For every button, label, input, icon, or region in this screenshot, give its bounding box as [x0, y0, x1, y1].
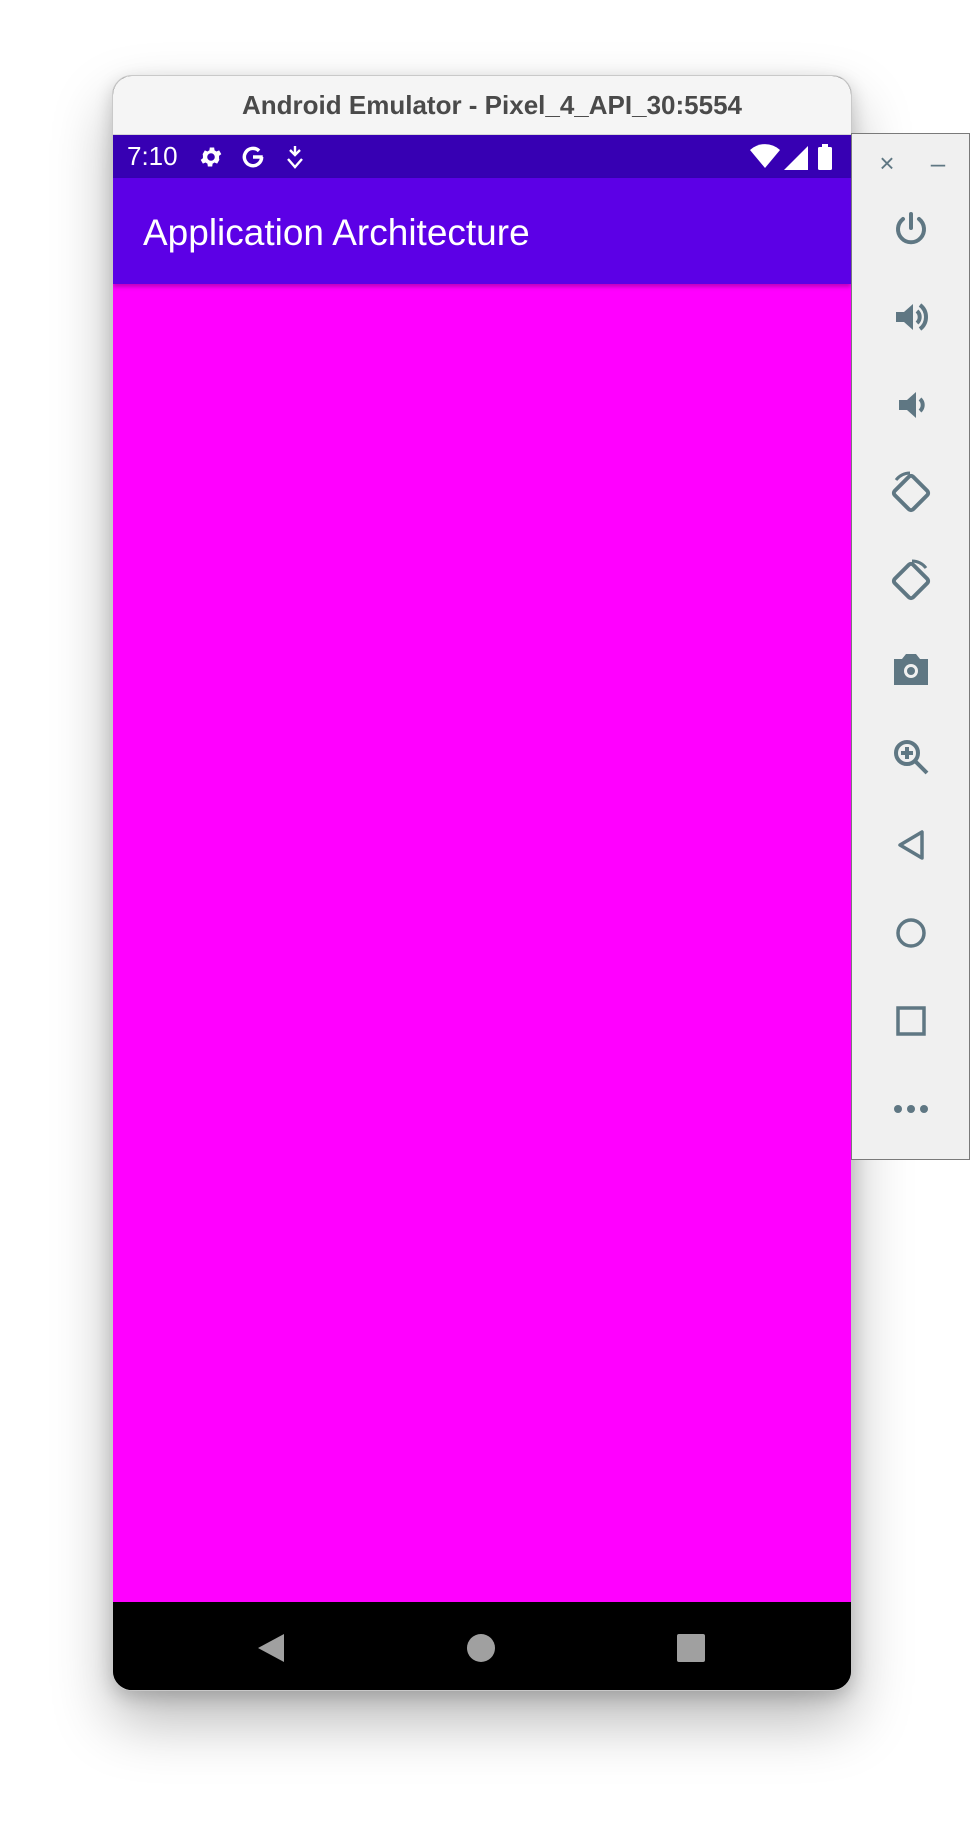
app-title: Application Architecture: [143, 212, 530, 253]
volume-down-button[interactable]: [884, 378, 938, 432]
back-icon: [258, 1634, 284, 1662]
back-icon: [898, 830, 924, 860]
power-button[interactable]: [884, 202, 938, 256]
rotate-left-button[interactable]: [884, 466, 938, 520]
zoom-icon: [894, 740, 929, 775]
google-icon: [239, 143, 267, 171]
more-icon: [894, 1105, 928, 1113]
back-button[interactable]: [884, 818, 938, 872]
recents-icon: [677, 1634, 705, 1662]
screenshot-button[interactable]: [884, 642, 938, 696]
window-title: Android Emulator - Pixel_4_API_30:5554: [242, 89, 742, 120]
navigation-bar: [113, 1602, 851, 1690]
main-content[interactable]: [113, 284, 851, 1602]
status-bar: 7:10: [113, 135, 851, 178]
status-time: 7:10: [127, 141, 178, 171]
power-icon: [896, 212, 926, 245]
more-button[interactable]: [884, 1082, 938, 1136]
app-bar: Application Architecture: [113, 178, 851, 284]
home-button[interactable]: [884, 906, 938, 960]
nav-home-button[interactable]: [461, 1628, 501, 1668]
camera-icon: [894, 654, 928, 685]
emulator-window: Android Emulator - Pixel_4_API_30:5554 7…: [112, 75, 852, 1691]
download-icon: [283, 143, 307, 171]
emulator-toolbar: × –: [851, 133, 970, 1160]
settings-icon: [197, 143, 225, 171]
window-titlebar[interactable]: Android Emulator - Pixel_4_API_30:5554: [113, 76, 851, 135]
nav-back-button[interactable]: [251, 1628, 291, 1668]
nav-recents-button[interactable]: [671, 1628, 711, 1668]
rotate-left-icon: [891, 471, 931, 513]
volume-up-button[interactable]: [884, 290, 938, 344]
overview-icon: [896, 1006, 926, 1036]
minimize-button[interactable]: –: [923, 148, 953, 178]
home-icon: [467, 1634, 495, 1662]
signal-icon: [783, 143, 809, 171]
close-button[interactable]: ×: [872, 148, 902, 178]
rotate-right-icon: [891, 559, 931, 601]
volume-up-icon: [896, 303, 928, 331]
home-icon: [896, 918, 926, 948]
battery-icon: [815, 143, 835, 171]
wifi-icon: [749, 143, 781, 171]
rotate-right-button[interactable]: [884, 554, 938, 608]
zoom-button[interactable]: [884, 730, 938, 784]
volume-down-icon: [899, 392, 925, 418]
overview-button[interactable]: [884, 994, 938, 1048]
